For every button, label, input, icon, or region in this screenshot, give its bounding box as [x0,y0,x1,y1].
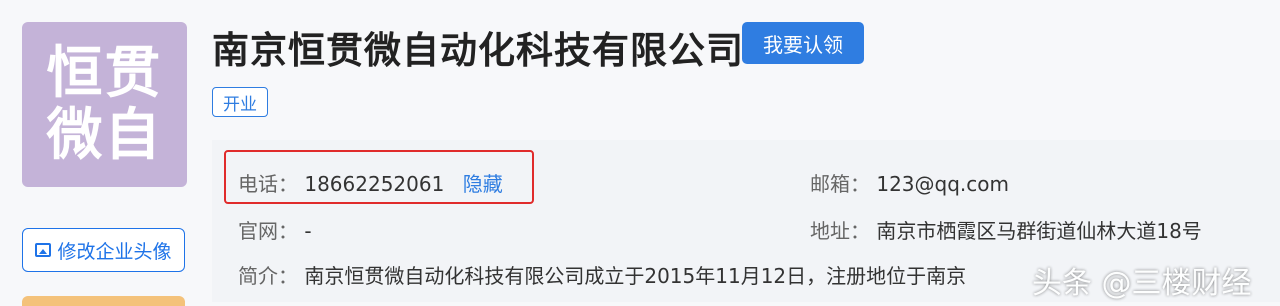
watermark: 头条 @三楼财经 [1032,266,1252,301]
intro-label: 简介： [238,264,298,288]
intro-value: 南京恒贯微自动化科技有限公司成立于2015年11月12日，注册地位于南京 [304,264,967,288]
image-icon [35,243,52,257]
website-label: 官网： [238,219,298,243]
intro-row: 简介： 南京恒贯微自动化科技有限公司成立于2015年11月12日，注册地位于南京 [238,260,966,289]
email-row: 邮箱： 123@qq.com [810,168,1009,197]
address-row: 地址： 南京市栖霞区马群街道仙林大道18号 [810,215,1202,244]
logo-text-line2: 微自 [46,102,163,168]
company-logo: 恒贯 微自 [22,22,187,187]
address-value: 南京市栖霞区马群街道仙林大道18号 [876,219,1202,243]
company-name: 南京恒贯微自动化科技有限公司 [212,29,744,72]
email-label: 邮箱： [810,172,870,196]
website-value: - [304,219,312,243]
edit-company-logo-button[interactable]: 修改企业头像 [22,228,185,272]
edit-logo-label: 修改企业头像 [57,240,172,263]
logo-text-line1: 恒贯 [46,40,163,106]
secondary-button[interactable] [22,296,185,306]
phone-highlight-box [224,150,534,204]
claim-button[interactable]: 我要认领 [742,22,864,64]
address-label: 地址： [810,219,870,243]
website-row: 官网： - [238,215,312,244]
email-value[interactable]: 123@qq.com [876,172,1009,196]
status-badge: 开业 [212,87,268,117]
